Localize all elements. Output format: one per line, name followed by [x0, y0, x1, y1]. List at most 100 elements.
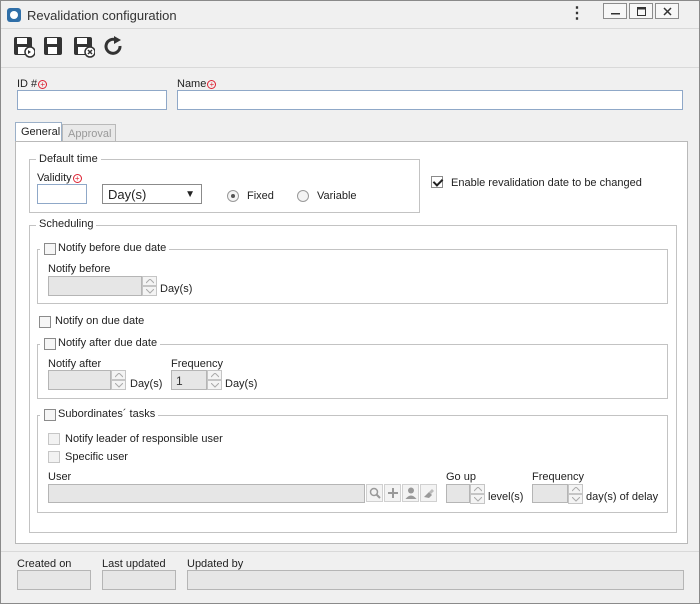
- save-and-close-button[interactable]: [71, 34, 97, 58]
- save-and-new-icon: [14, 37, 35, 58]
- created-on-field: [17, 570, 91, 590]
- notify-leader-checkbox[interactable]: [48, 433, 60, 445]
- go-up-input[interactable]: [446, 484, 470, 503]
- notify-after-input[interactable]: [48, 370, 111, 390]
- delay-frequency-stepper[interactable]: [568, 484, 583, 504]
- notify-before-stepper[interactable]: [142, 276, 157, 296]
- notify-after-stepper[interactable]: [111, 370, 126, 390]
- minimize-icon: [611, 13, 620, 15]
- specific-user-label: Specific user: [65, 451, 128, 463]
- notify-after-checkbox[interactable]: [44, 338, 56, 350]
- user-input[interactable]: [48, 484, 365, 503]
- chevron-down-icon: [146, 289, 154, 294]
- notify-on-due-date-checkbox[interactable]: [39, 316, 51, 328]
- variable-label: Variable: [317, 190, 357, 202]
- chevron-up-icon: [115, 373, 123, 378]
- subordinates-checkbox[interactable]: [44, 409, 56, 421]
- user-icon: [405, 487, 417, 499]
- close-button[interactable]: [655, 3, 679, 19]
- notify-leader-label: Notify leader of responsible user: [65, 433, 223, 445]
- user-actions: [366, 484, 438, 502]
- chevron-up-icon: [572, 487, 580, 492]
- chevron-down-icon: [572, 497, 580, 502]
- validity-unit-select[interactable]: Day(s) ▼: [102, 184, 202, 204]
- tab-general[interactable]: General: [15, 122, 62, 142]
- enable-date-change-checkbox[interactable]: [431, 176, 443, 188]
- save-and-close-icon: [74, 37, 95, 58]
- notify-before-input[interactable]: [48, 276, 142, 296]
- chevron-up-icon: [211, 373, 219, 378]
- notify-after-group: [37, 344, 668, 399]
- clear-user-button[interactable]: [420, 484, 437, 502]
- more-options-icon[interactable]: ⋮: [569, 6, 585, 22]
- plus-icon: [388, 488, 398, 498]
- notify-before-unit: Day(s): [160, 283, 193, 295]
- after-frequency-stepper[interactable]: [207, 370, 222, 390]
- default-time-group: [29, 159, 420, 213]
- eraser-icon: [424, 489, 434, 498]
- after-frequency-input[interactable]: 1: [171, 370, 207, 390]
- search-user-button[interactable]: [366, 484, 383, 502]
- after-frequency-unit: Day(s): [225, 378, 258, 390]
- save-icon: [44, 37, 62, 55]
- created-on-label: Created on: [17, 558, 72, 570]
- specific-user-checkbox[interactable]: [48, 451, 60, 463]
- save-and-new-button[interactable]: [11, 34, 37, 58]
- revalidation-config-window: Revalidation configuration ⋮ ID # + Name…: [0, 0, 700, 604]
- last-updated-field: [102, 570, 176, 590]
- delay-frequency-unit: day(s) of delay: [586, 491, 659, 503]
- notify-before-checkbox[interactable]: [44, 243, 56, 255]
- notify-after-legend: Notify after due date: [40, 337, 161, 349]
- general-tab-panel: Default time Validity + Day(s) ▼ Fixed Va…: [15, 141, 688, 544]
- subordinates-legend: Subordinates´ tasks: [40, 408, 159, 420]
- footer-divider: [1, 551, 699, 552]
- variable-radio[interactable]: [297, 190, 309, 202]
- validity-input[interactable]: [37, 184, 87, 204]
- name-input[interactable]: [177, 90, 683, 110]
- title-bar: Revalidation configuration ⋮: [1, 1, 699, 29]
- maximize-button[interactable]: [629, 3, 653, 19]
- toolbar-divider: [1, 67, 699, 68]
- user-detail-button[interactable]: [402, 484, 419, 502]
- user-label: User: [48, 471, 72, 483]
- chevron-down-icon: [211, 383, 219, 388]
- after-frequency-label: Frequency: [171, 358, 223, 370]
- name-label: Name +: [177, 78, 217, 90]
- notify-before-legend: Notify before due date: [40, 242, 170, 254]
- id-label: ID # +: [17, 78, 48, 90]
- notify-after-unit: Day(s): [130, 378, 163, 390]
- app-icon: [7, 8, 21, 22]
- validity-label: Validity +: [37, 172, 82, 184]
- scheduling-legend: Scheduling: [36, 218, 97, 230]
- chevron-down-icon: ▼: [185, 189, 195, 200]
- enable-date-change-label: Enable revalidation date to be changed: [451, 177, 642, 189]
- fixed-label: Fixed: [247, 190, 274, 202]
- required-icon: +: [38, 80, 48, 89]
- notify-after-label: Notify after: [48, 358, 102, 370]
- last-updated-label: Last updated: [102, 558, 166, 570]
- required-icon: +: [72, 174, 82, 183]
- updated-by-label: Updated by: [187, 558, 244, 570]
- default-time-legend: Default time: [36, 153, 101, 165]
- add-user-button[interactable]: [384, 484, 401, 502]
- required-icon: +: [207, 80, 217, 89]
- close-icon: [663, 7, 672, 16]
- updated-by-field: [187, 570, 684, 590]
- go-up-label: Go up: [446, 471, 476, 483]
- go-up-stepper[interactable]: [470, 484, 485, 504]
- chevron-down-icon: [474, 497, 482, 502]
- chevron-up-icon: [146, 279, 154, 284]
- chevron-down-icon: [115, 383, 123, 388]
- id-input[interactable]: [17, 90, 167, 110]
- search-icon: [369, 487, 381, 499]
- refresh-icon: [104, 36, 122, 55]
- refresh-button[interactable]: [101, 34, 127, 58]
- notify-before-label: Notify before: [48, 263, 111, 275]
- chevron-up-icon: [474, 487, 482, 492]
- fixed-radio[interactable]: [227, 190, 239, 202]
- minimize-button[interactable]: [603, 3, 627, 19]
- go-up-unit: level(s): [488, 491, 524, 503]
- save-button[interactable]: [41, 34, 67, 58]
- delay-frequency-input[interactable]: [532, 484, 568, 503]
- window-title: Revalidation configuration: [27, 8, 177, 23]
